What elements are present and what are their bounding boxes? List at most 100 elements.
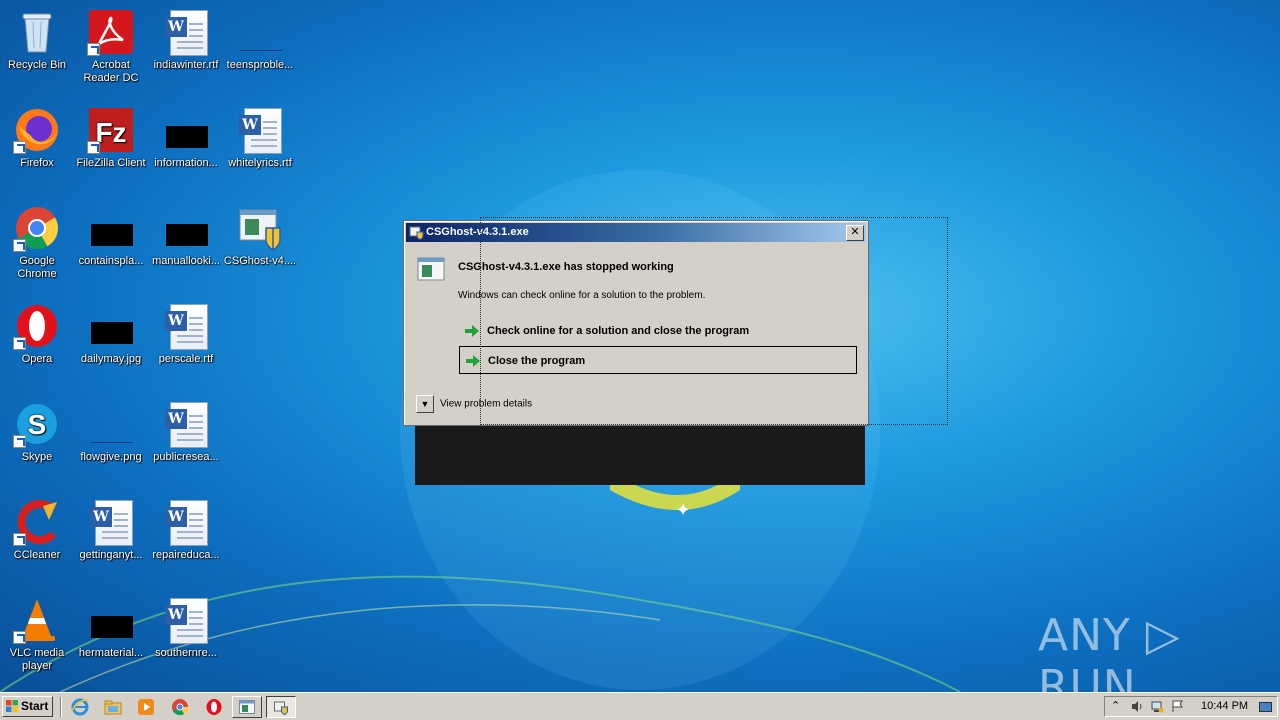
filezilla-icon: Fz	[87, 106, 135, 154]
word-document-icon: W	[87, 498, 135, 546]
file-explorer-icon[interactable]	[104, 698, 122, 716]
clock[interactable]: 10:44 PM	[1201, 697, 1248, 716]
program-window-icon	[239, 700, 255, 714]
chevron-down-icon[interactable]: ▼	[416, 395, 434, 413]
desktop-icon-opera[interactable]: Opera	[0, 298, 74, 388]
desktop-icon-label: CCleaner	[13, 549, 61, 561]
internet-explorer-icon[interactable]	[71, 698, 89, 716]
dialog-titlebar[interactable]: CSGhost-v4.3.1.exe ✕	[406, 223, 866, 242]
word-document-icon: W	[162, 8, 210, 56]
desktop-icon-ccleaner[interactable]: CCleaner	[0, 494, 74, 584]
system-tray: ⌃ 10:44 PM	[1104, 696, 1278, 717]
taskbar-window-button[interactable]	[232, 696, 262, 718]
desktop-icon-repaireduca[interactable]: W repaireduca...	[149, 494, 223, 584]
desktop-icon-whitelyrics[interactable]: W whitelyrics.rtf	[223, 102, 297, 192]
desktop-icon-label: perscale.rtf	[158, 353, 214, 365]
word-document-icon: W	[162, 302, 210, 350]
word-document-icon: W	[162, 400, 210, 448]
desktop-icon-label: VLC media player	[9, 647, 65, 672]
desktop-icon-label: whitelyrics.rtf	[228, 157, 292, 169]
show-hidden-icons-button[interactable]: ⌃	[1111, 700, 1124, 713]
desktop-icon-teensproble[interactable]: teensproble...	[223, 4, 297, 94]
black-file-thumbnail-icon	[87, 596, 135, 644]
desktop-icon-filezilla[interactable]: Fz FileZilla Client	[74, 102, 148, 192]
desktop-icon-chrome[interactable]: Google Chrome	[0, 200, 74, 290]
desktop-icon-label: manuallooki...	[152, 255, 220, 267]
desktop-icon-acrobat[interactable]: Acrobat Reader DC	[74, 4, 148, 94]
action-center-flag-icon[interactable]	[1171, 700, 1184, 713]
desktop-icon-manuallooki[interactable]: manuallooki...	[149, 200, 223, 290]
desktop-icon-publicresea[interactable]: W publicresea...	[149, 396, 223, 486]
check-online-label: Check online for a solution and close th…	[487, 325, 750, 337]
shortcut-arrow-icon	[13, 631, 26, 644]
green-arrow-icon	[465, 325, 479, 337]
view-problem-details[interactable]: ▼ View problem details	[416, 395, 532, 414]
start-button[interactable]: Start	[2, 696, 53, 717]
word-document-icon: W	[162, 596, 210, 644]
app-shield-icon	[409, 226, 424, 240]
vlc-cone-icon	[13, 596, 61, 644]
program-window-icon	[417, 257, 445, 281]
taskbar: Start ⌃ 10:44 PM	[0, 692, 1280, 720]
chrome-icon[interactable]	[171, 698, 189, 716]
desktop-icon-label: teensproble...	[226, 59, 294, 71]
app-shield-icon	[274, 701, 288, 715]
desktop-icon-label: gettinganyt...	[79, 549, 143, 561]
network-icon[interactable]	[1151, 700, 1164, 713]
start-label: Start	[21, 699, 49, 713]
chrome-icon	[13, 204, 61, 252]
opera-icon[interactable]	[205, 698, 223, 716]
check-online-option[interactable]: Check online for a solution and close th…	[459, 317, 857, 345]
desktop-icon-csghost[interactable]: CSGhost-v4....	[223, 200, 297, 290]
shortcut-arrow-icon	[87, 141, 100, 154]
desktop-icon-firefox[interactable]: Firefox	[0, 102, 74, 192]
black-file-thumbnail-icon	[162, 106, 210, 154]
word-document-icon: W	[162, 498, 210, 546]
desktop-icon-skype[interactable]: S Skype	[0, 396, 74, 486]
media-player-icon[interactable]	[137, 698, 155, 716]
shortcut-arrow-icon	[87, 43, 100, 56]
shortcut-arrow-icon	[13, 239, 26, 252]
desktop-icon-vlc[interactable]: VLC media player	[0, 592, 74, 682]
desktop-icon-perscale[interactable]: W perscale.rtf	[149, 298, 223, 388]
close-program-option[interactable]: Close the program	[459, 346, 857, 374]
shortcut-arrow-icon	[13, 141, 26, 154]
desktop-icon-label: containspla...	[78, 255, 144, 267]
desktop-icon-information[interactable]: information...	[149, 102, 223, 192]
desktop-icon-flowgive[interactable]: flowgive.png	[74, 396, 148, 486]
black-file-thumbnail-icon	[87, 204, 135, 252]
desktop-icon-label: repaireduca...	[152, 549, 220, 561]
desktop-icon-southernre[interactable]: W southernre...	[149, 592, 223, 682]
desktop-icon-label: information...	[154, 157, 218, 169]
shortcut-arrow-icon	[13, 435, 26, 448]
dialog-title: CSGhost-v4.3.1.exe	[426, 226, 529, 238]
volume-icon[interactable]	[1131, 700, 1144, 713]
executable-shield-icon	[236, 204, 284, 252]
acrobat-icon	[87, 8, 135, 56]
taskbar-csghost-button[interactable]	[266, 696, 296, 718]
show-desktop-icon[interactable]	[1259, 700, 1272, 713]
desktop-icon-indiawinter[interactable]: W indiawinter.rtf	[149, 4, 223, 94]
desktop-icon-dailymay[interactable]: dailymay.jpg	[74, 298, 148, 388]
desktop-icon-containspla[interactable]: containspla...	[74, 200, 148, 290]
close-button[interactable]: ✕	[846, 225, 864, 241]
desktop-icon-label: Skype	[21, 451, 53, 463]
desktop: ✦ Recycle Bin Acrobat Reader DC W indiaw…	[0, 0, 1280, 692]
shortcut-arrow-icon	[13, 337, 26, 350]
error-dialog[interactable]: CSGhost-v4.3.1.exe ✕ CSGhost-v4.3.1.exe …	[403, 220, 869, 426]
dialog-heading: CSGhost-v4.3.1.exe has stopped working	[458, 261, 674, 273]
black-file-thumbnail-icon	[87, 302, 135, 350]
desktop-icon-gettinganyt[interactable]: W gettinganyt...	[74, 494, 148, 584]
firefox-icon	[13, 106, 61, 154]
ccleaner-icon	[13, 498, 61, 546]
redacted-window-area	[415, 426, 865, 485]
green-arrow-icon	[466, 355, 480, 367]
desktop-icon-label: Opera	[21, 353, 53, 365]
desktop-icon-label: CSGhost-v4....	[223, 255, 297, 267]
desktop-icon-recycle-bin[interactable]: Recycle Bin	[0, 4, 74, 94]
desktop-icon-hermaterial[interactable]: hermaterial...	[74, 592, 148, 682]
skype-icon: S	[13, 400, 61, 448]
word-document-icon: W	[236, 106, 284, 154]
dialog-subtext: Windows can check online for a solution …	[458, 290, 706, 301]
svg-text:Fz: Fz	[95, 117, 126, 148]
